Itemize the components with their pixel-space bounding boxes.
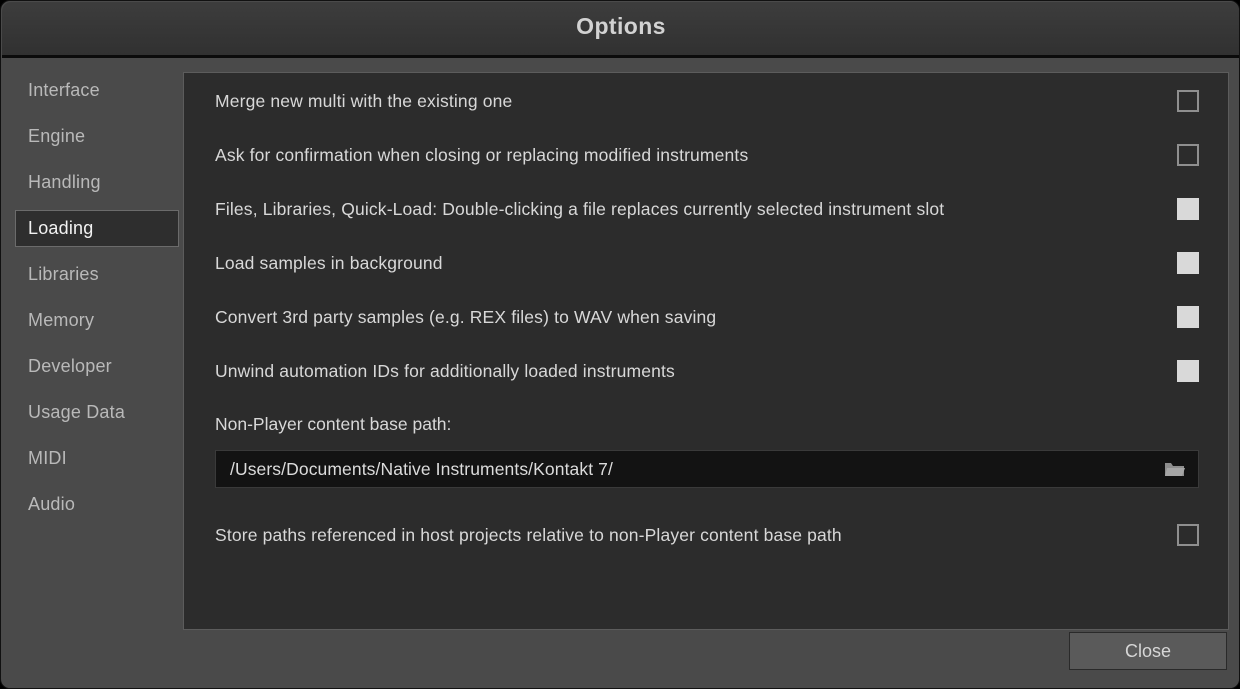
sidebar-item-loading[interactable]: Loading [15, 210, 179, 247]
window-footer: Close [2, 630, 1239, 688]
sidebar-item-label: Engine [28, 126, 86, 146]
option-checkbox[interactable] [1177, 252, 1199, 274]
sidebar-item-label: MIDI [28, 448, 67, 468]
option-checkbox[interactable] [1177, 306, 1199, 328]
option-checkbox[interactable] [1177, 144, 1199, 166]
option-label: Merge new multi with the existing one [215, 90, 513, 111]
settings-sidebar: Interface Engine Handling Loading Libraries M… [2, 60, 182, 630]
non-player-path-label: Non-Player content base path: [215, 414, 452, 434]
sidebar-item-usage-data[interactable]: Usage Data [15, 394, 178, 431]
non-player-path-field[interactable]: /Users/Documents/Native Instruments/Kont… [215, 450, 1199, 488]
sidebar-item-label: Loading [28, 218, 94, 238]
option-label: Ask for confirmation when closing or rep… [215, 144, 749, 165]
sidebar-item-memory[interactable]: Memory [15, 302, 178, 339]
sidebar-item-label: Usage Data [28, 402, 126, 422]
sidebar-item-label: Audio [28, 494, 76, 514]
option-label: Files, Libraries, Quick-Load: Double-cli… [215, 198, 945, 219]
window-titlebar: Options [2, 2, 1239, 58]
option-checkbox[interactable] [1177, 90, 1199, 112]
close-button[interactable]: Close [1069, 632, 1227, 670]
sidebar-item-interface[interactable]: Interface [15, 72, 178, 109]
sidebar-item-label: Libraries [28, 264, 99, 284]
option-row-store-paths: Store paths referenced in host projects … [215, 523, 1199, 547]
sidebar-item-label: Interface [28, 80, 100, 100]
option-row-3: Files, Libraries, Quick-Load: Double-cli… [215, 197, 1199, 221]
sidebar-item-engine[interactable]: Engine [15, 118, 178, 155]
sidebar-item-handling[interactable]: Handling [15, 164, 178, 201]
option-label: Unwind automation IDs for additionally l… [215, 360, 675, 381]
option-row-6: Unwind automation IDs for additionally l… [215, 359, 1199, 383]
sidebar-item-libraries[interactable]: Libraries [15, 256, 178, 293]
option-label: Convert 3rd party samples (e.g. REX file… [215, 306, 717, 327]
option-label: Load samples in background [215, 252, 443, 273]
option-label: Store paths referenced in host projects … [215, 524, 842, 545]
option-row-2: Ask for confirmation when closing or rep… [215, 143, 1199, 167]
option-checkbox[interactable] [1177, 360, 1199, 382]
sidebar-item-label: Memory [28, 310, 95, 330]
loading-settings-panel: Non-Player content base path: /Users/Doc… [183, 72, 1229, 630]
sidebar-item-midi[interactable]: MIDI [15, 440, 178, 477]
sidebar-item-label: Developer [28, 356, 112, 376]
option-checkbox[interactable] [1177, 198, 1199, 220]
window-body: Interface Engine Handling Loading Libraries M… [2, 60, 1239, 688]
option-row-4: Load samples in background [215, 251, 1199, 275]
window-title: Options [576, 13, 666, 39]
options-window: Options Interface Engine Handling Loading Li… [0, 0, 1240, 689]
sidebar-item-label: Handling [28, 172, 101, 192]
sidebar-item-developer[interactable]: Developer [15, 348, 178, 385]
non-player-path-value: /Users/Documents/Native Instruments/Kont… [230, 458, 613, 479]
option-row-1: Merge new multi with the existing one [215, 89, 1199, 113]
sidebar-item-audio[interactable]: Audio [15, 486, 178, 523]
option-checkbox[interactable] [1177, 524, 1199, 546]
option-row-5: Convert 3rd party samples (e.g. REX file… [215, 305, 1199, 329]
folder-icon[interactable] [1160, 456, 1190, 482]
